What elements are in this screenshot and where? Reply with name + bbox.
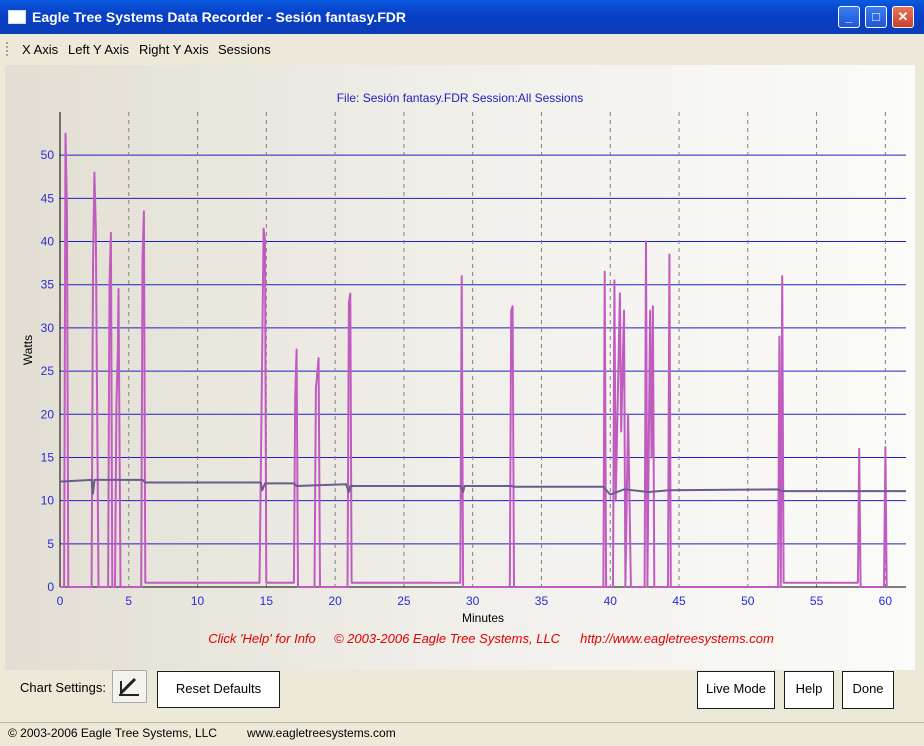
done-button[interactable]: Done bbox=[842, 671, 894, 709]
help-button[interactable]: Help bbox=[784, 671, 834, 709]
chart-panel bbox=[5, 65, 915, 670]
close-button[interactable]: ✕ bbox=[892, 6, 914, 28]
menu-sessions[interactable]: Sessions bbox=[218, 42, 271, 57]
menu-left-y-axis[interactable]: Left Y Axis bbox=[68, 42, 129, 57]
menu-grip bbox=[6, 42, 11, 56]
menu-right-y-axis[interactable]: Right Y Axis bbox=[139, 42, 209, 57]
status-url: www.eagletreesystems.com bbox=[247, 726, 396, 740]
status-bar: © 2003-2006 Eagle Tree Systems, LLC www.… bbox=[0, 722, 924, 746]
live-mode-button[interactable]: Live Mode bbox=[697, 671, 775, 709]
chart-settings-label: Chart Settings: bbox=[20, 680, 106, 695]
chart-settings-button[interactable] bbox=[112, 670, 147, 703]
menu-x-axis[interactable]: X Axis bbox=[22, 42, 58, 57]
reset-defaults-button[interactable]: Reset Defaults bbox=[157, 671, 280, 708]
minimize-button[interactable]: _ bbox=[838, 6, 860, 28]
app-icon bbox=[8, 10, 26, 24]
edit-icon bbox=[119, 677, 139, 696]
maximize-button[interactable]: □ bbox=[865, 6, 887, 28]
window-title: Eagle Tree Systems Data Recorder - Sesió… bbox=[32, 9, 406, 25]
status-copyright: © 2003-2006 Eagle Tree Systems, LLC bbox=[8, 726, 217, 740]
bottom-toolbar: Chart Settings: Reset Defaults Live Mode… bbox=[0, 670, 924, 722]
menu-bar: X Axis Left Y Axis Right Y Axis Sessions bbox=[0, 34, 924, 64]
title-bar: Eagle Tree Systems Data Recorder - Sesió… bbox=[0, 0, 924, 34]
